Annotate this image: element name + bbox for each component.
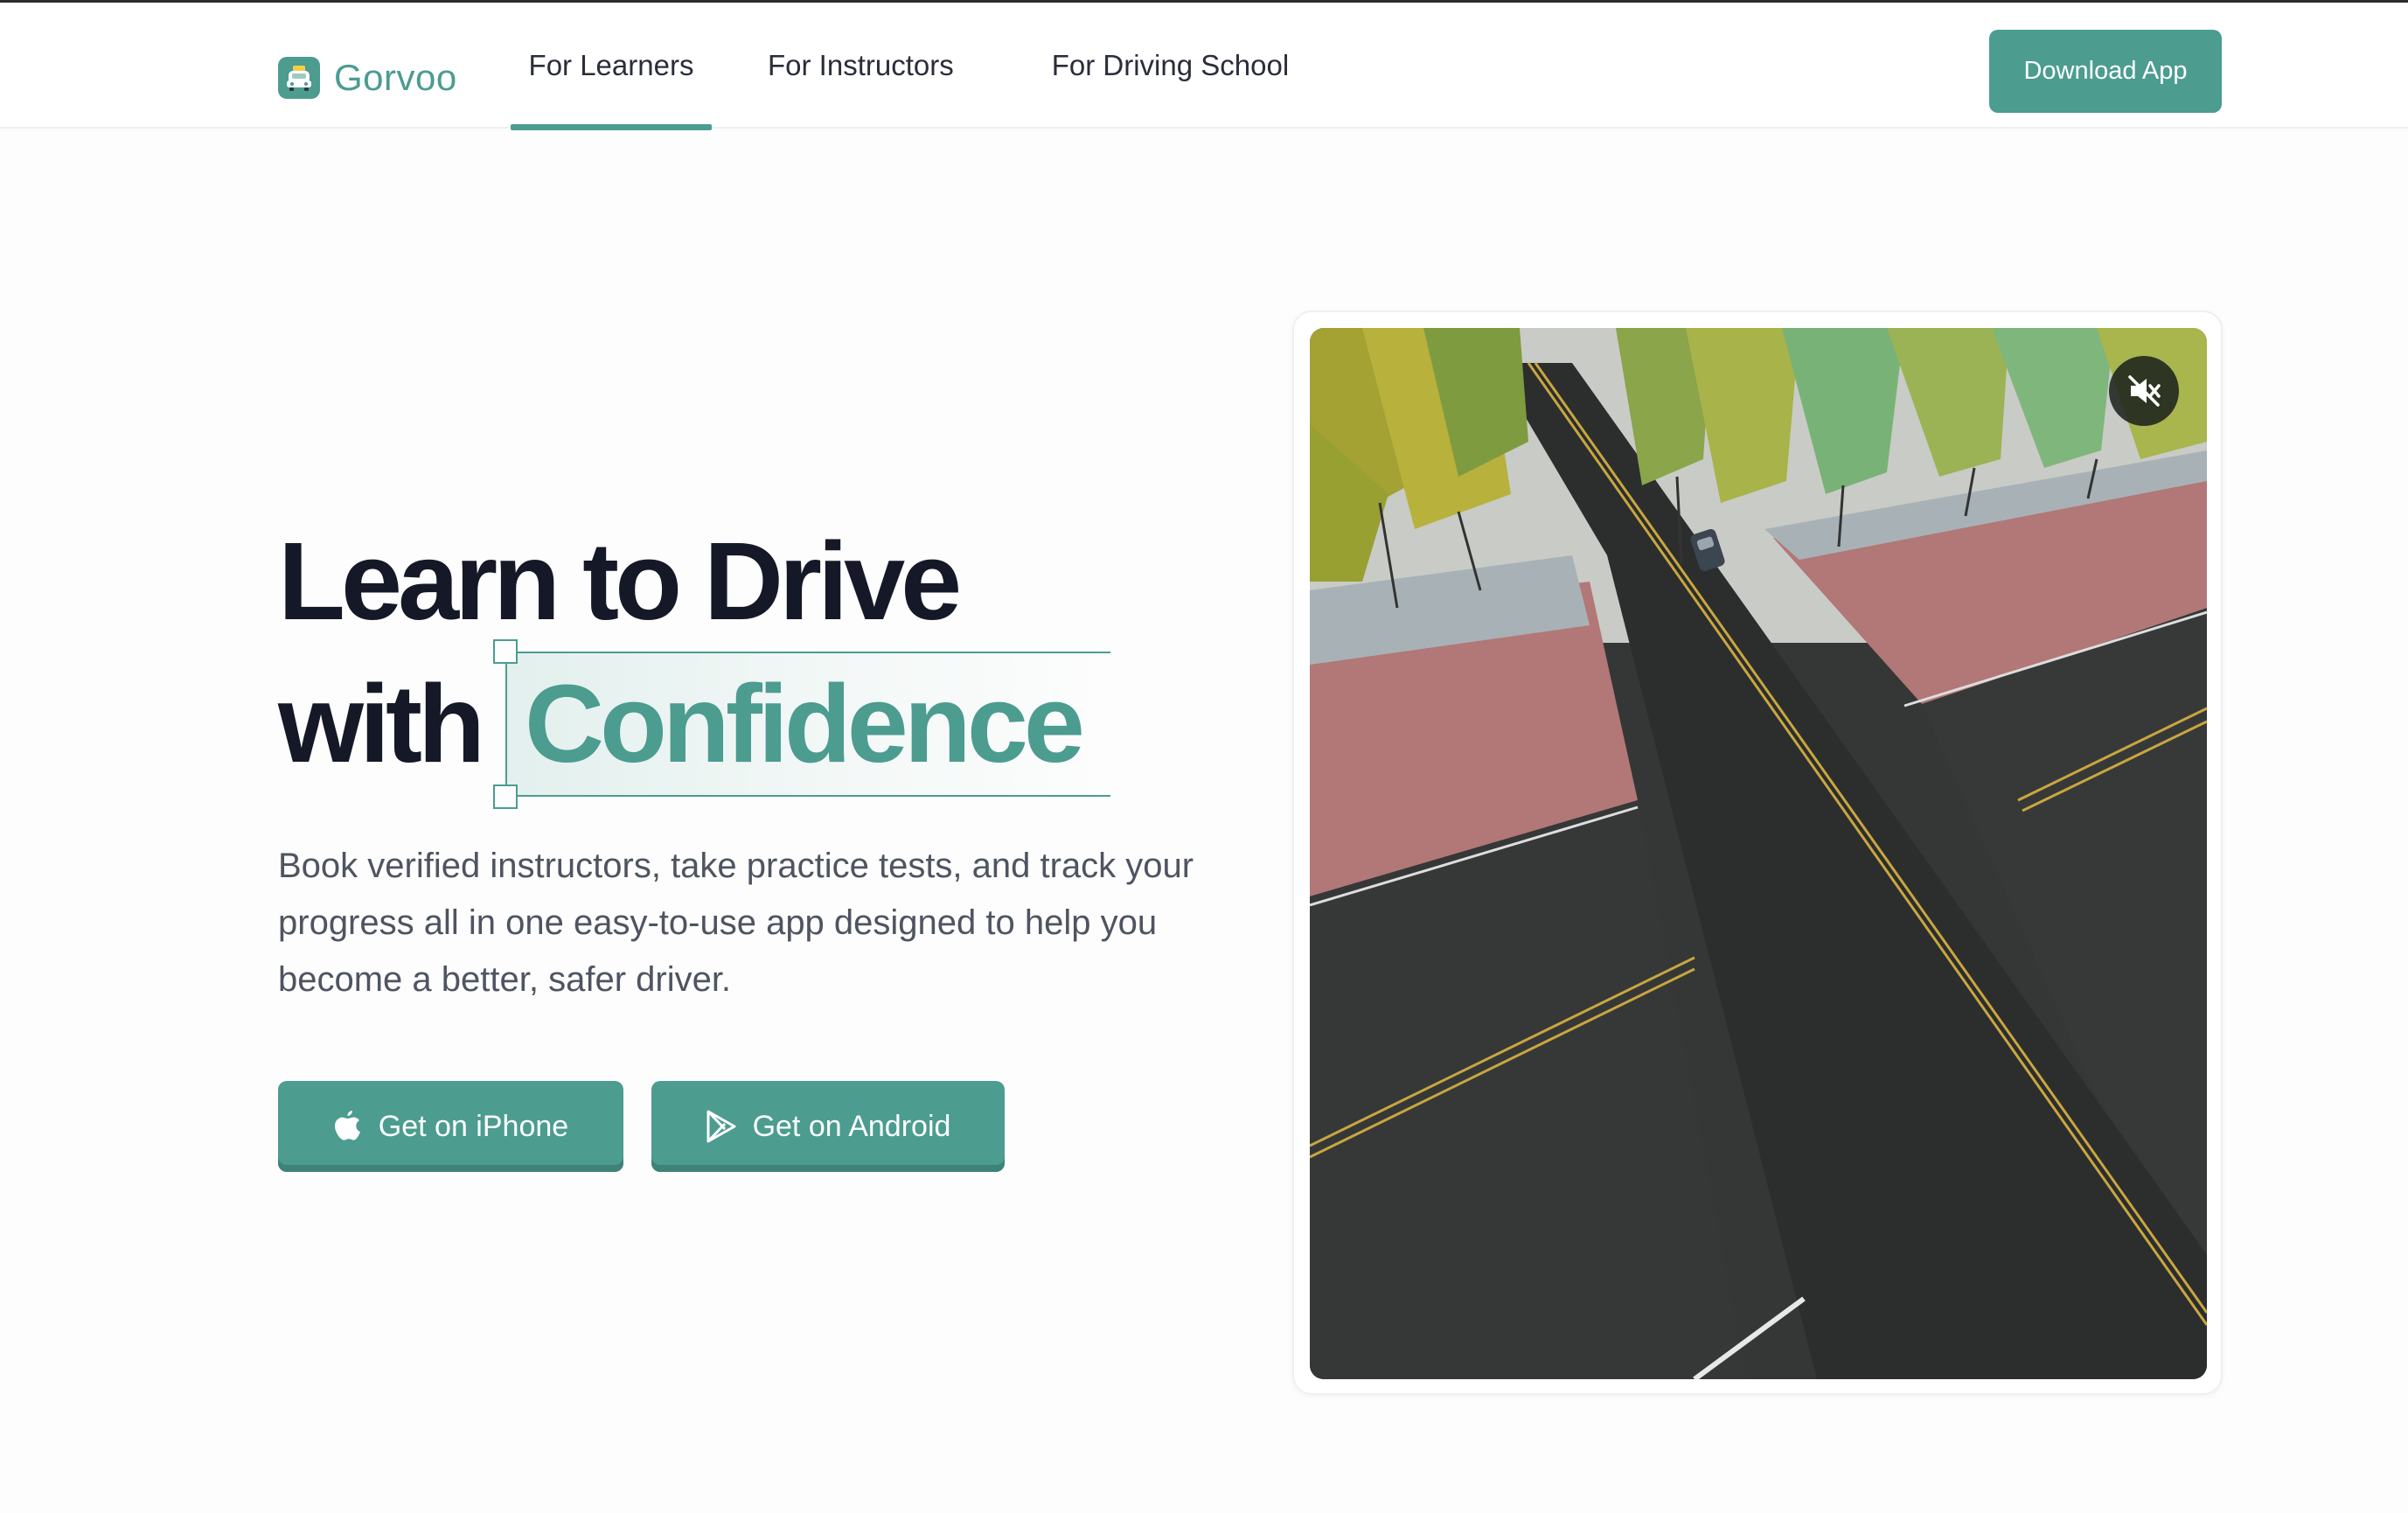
- driving-video[interactable]: [1310, 328, 2207, 1379]
- intersection-scene: [1310, 328, 2207, 1379]
- google-play-icon: [706, 1110, 736, 1143]
- get-on-iphone-button[interactable]: Get on iPhone: [278, 1081, 623, 1172]
- hero-headline: Learn to Drive with Confidence: [278, 512, 1110, 809]
- brand-name: Gorvoo: [334, 57, 457, 98]
- apple-icon: [334, 1111, 360, 1140]
- download-app-button[interactable]: Download App: [1989, 30, 2222, 113]
- headline-line-1: Learn to Drive: [278, 519, 962, 643]
- brand-logo[interactable]: Gorvoo: [278, 57, 457, 99]
- volume-muted-icon: [2128, 375, 2161, 407]
- nav-for-driving-school[interactable]: For Driving School: [1052, 3, 1289, 129]
- video-card: [1292, 310, 2223, 1395]
- iphone-button-label: Get on iPhone: [378, 1109, 569, 1143]
- get-on-android-button[interactable]: Get on Android: [651, 1081, 1005, 1172]
- android-button-label: Get on Android: [752, 1109, 951, 1143]
- headline-line-2: with Confidence: [278, 639, 1110, 809]
- hero-description: Book verified instructors, take practice…: [278, 847, 1194, 999]
- site-header: Gorvoo For Learners For Instructors For …: [0, 3, 2408, 130]
- selection-handle-bottom: [492, 784, 518, 809]
- headline-highlight: Confidence: [492, 639, 1110, 809]
- headline-highlight-word: Confidence: [524, 662, 1085, 785]
- nav-for-learners[interactable]: For Learners: [511, 3, 712, 130]
- car-logo-icon: [278, 57, 320, 99]
- headline-with: with: [278, 662, 485, 785]
- nav-for-instructors[interactable]: For Instructors: [768, 3, 954, 129]
- selection-handle-top: [492, 639, 518, 664]
- main-nav: For Learners For Instructors For Driving…: [511, 3, 1289, 130]
- mute-toggle-button[interactable]: [2109, 356, 2179, 426]
